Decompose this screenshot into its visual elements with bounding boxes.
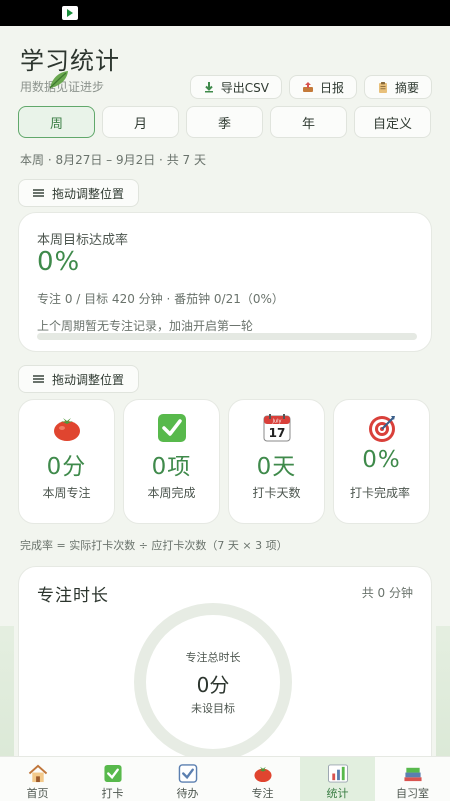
tab-week[interactable]: 周 (18, 106, 95, 138)
focus-total: 共 0 分钟 (361, 586, 413, 600)
tab-year[interactable]: 年 (270, 106, 347, 138)
stat-value-checkin-rate: 0% (362, 447, 401, 473)
check-box-icon (103, 764, 122, 783)
nav-item-focus[interactable]: 专注 (225, 757, 300, 801)
tomato-icon (253, 766, 272, 783)
status-bar (0, 0, 450, 26)
calendar-month-text: July (272, 419, 282, 425)
nav-item-todo[interactable]: 待办 (150, 757, 225, 801)
nav-item-stats[interactable]: 统计 (300, 757, 375, 801)
stats-page: 学习统计 用数据见证进步 导出CSV 日报 摘要 周 月 季 年 自定义 本周 … (0, 26, 450, 756)
period-tabs: 周 月 季 年 自定义 (18, 106, 431, 138)
completion-formula: 完成率 = 实际打卡次数 ÷ 应打卡次数（7 天 × 3 项） (20, 539, 288, 552)
calendar-day-text: 17 (269, 426, 286, 440)
stat-card-checkin-rate[interactable]: 0% 打卡完成率 (333, 399, 430, 524)
stat-card-checkin-days[interactable]: July 17 0天 打卡天数 (228, 399, 325, 524)
focus-ring-sub: 未设目标 (191, 701, 235, 715)
stat-label-completed: 本周完成 (147, 486, 196, 500)
goal-rate: 0% (37, 247, 81, 277)
clipboard-icon (378, 82, 387, 93)
summary-label: 摘要 (394, 80, 419, 95)
target-icon (369, 416, 395, 442)
tomato-icon (54, 418, 80, 441)
drag-chip-label: 拖动调整位置 (52, 372, 125, 387)
summary-button[interactable]: 摘要 (363, 75, 432, 99)
nav-label-checkin: 打卡 (101, 787, 124, 800)
stat-value-checkin-days: 0天 (256, 454, 297, 480)
stat-value-focus: 0分 (46, 454, 87, 480)
nav-item-home[interactable]: 首页 (0, 757, 75, 801)
drag-handle-stats[interactable]: 拖动调整位置 (18, 365, 140, 393)
focus-ring-center: 专注总时长 0分 未设目标 (134, 603, 292, 756)
download-icon (204, 82, 213, 93)
header-actions: 导出CSV 日报 摘要 (189, 75, 432, 99)
export-csv-button[interactable]: 导出CSV (189, 75, 282, 99)
goal-detail: 专注 0 / 目标 420 分钟 · 番茄钟 0/21（0%） (37, 292, 284, 306)
nav-label-stats: 统计 (326, 787, 349, 800)
goal-card: 本周目标达成率 0% 专注 0 / 目标 420 分钟 · 番茄钟 0/21（0… (18, 212, 432, 352)
tab-quarter[interactable]: 季 (186, 106, 263, 138)
checkbox-todo-icon (178, 764, 197, 783)
goal-label: 本周目标达成率 (37, 233, 129, 248)
side-decoration (436, 626, 450, 756)
check-box-icon (158, 414, 186, 442)
stat-cards: 0分 本周专注 0项 本周完成 July 17 0天 打卡天数 0% 打卡完成率 (18, 399, 430, 524)
drag-chip-label: 拖动调整位置 (52, 186, 125, 201)
stat-label-focus: 本周专注 (42, 486, 91, 500)
goal-progress-bar (37, 333, 417, 340)
date-range-text: 本周 · 8月27日 – 9月2日 · 共 7 天 (20, 153, 206, 167)
focus-duration-card: 专注时长 共 0 分钟 专注总时长 0分 未设目标 (18, 566, 432, 756)
tab-month[interactable]: 月 (102, 106, 179, 138)
stat-label-checkin-rate: 打卡完成率 (350, 486, 411, 500)
play-store-icon (62, 6, 78, 20)
goal-encourage-text: 上个周期暂无专注记录，加油开启第一轮 (37, 319, 254, 333)
stat-label-checkin-days: 打卡天数 (252, 486, 301, 500)
nav-label-todo: 待办 (176, 787, 199, 800)
focus-ring-value: 0分 (196, 672, 230, 697)
nav-label-study-room: 自习室 (396, 787, 429, 800)
export-csv-label: 导出CSV (220, 80, 269, 95)
books-icon (403, 767, 422, 782)
bottom-nav: 首页 打卡 待办 专注 统计 自习室 (0, 756, 450, 801)
nav-item-checkin[interactable]: 打卡 (75, 757, 150, 801)
drag-handle-goal[interactable]: 拖动调整位置 (18, 179, 140, 207)
daily-report-button[interactable]: 日报 (288, 75, 357, 99)
tab-custom[interactable]: 自定义 (354, 106, 431, 138)
stat-value-completed: 0项 (151, 454, 192, 480)
nav-item-study-room[interactable]: 自习室 (375, 757, 450, 801)
nav-label-home: 首页 (26, 787, 49, 800)
nav-label-focus: 专注 (251, 787, 274, 800)
leaf-icon (49, 71, 68, 89)
stat-card-focus[interactable]: 0分 本周专注 (18, 399, 115, 524)
calendar-icon: July 17 (263, 414, 291, 442)
drag-handle-icon (33, 189, 44, 197)
house-icon (28, 764, 47, 783)
daily-report-label: 日报 (319, 80, 344, 95)
bar-chart-icon (327, 764, 348, 783)
focus-card-title: 专注时长 (37, 586, 109, 606)
upload-tray-icon (302, 82, 313, 92)
stat-card-completed[interactable]: 0项 本周完成 (123, 399, 220, 524)
focus-ring-label: 专注总时长 (185, 650, 241, 664)
drag-handle-icon (33, 375, 44, 383)
side-decoration (0, 626, 14, 756)
